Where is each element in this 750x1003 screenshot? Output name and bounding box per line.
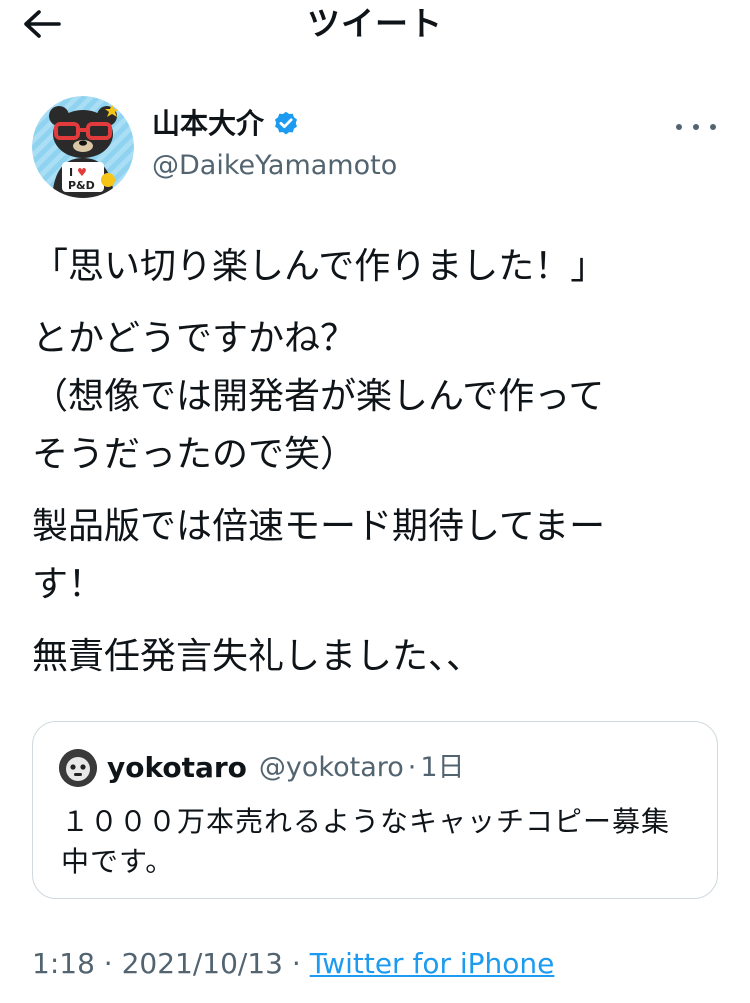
tweet-source-link[interactable]: Twitter for iPhone [310,947,555,980]
tweet-date: 2021/10/13 [121,947,283,980]
tweet-paragraph: 「思い切り楽しんで作りました！」 [32,246,607,287]
display-name[interactable]: 山本大介 [152,104,264,144]
quote-display-name: yokotaro [107,751,247,784]
svg-text:I: I [69,166,73,179]
header: ツイート [0,0,750,50]
quote-tweet-card[interactable]: yokotaro @yokotaro · 1日 １０００万本売れるようなキャッチ… [32,721,718,899]
avatar[interactable]: I ♥ P&D [32,96,134,198]
author-names: 山本大介 @DaikeYamamoto [152,104,397,186]
tweet-time: 1:18 [32,947,95,980]
tweet-text: 「思い切り楽しんで作りました！」 とかどうですかね？ （想像では開発者が楽しんで… [32,238,722,700]
svg-text:P&D: P&D [68,179,95,192]
page-title: ツイート [307,4,443,43]
author-handle[interactable]: @DaikeYamamoto [152,146,397,186]
bear-avatar-icon: I ♥ P&D [32,96,134,198]
more-options-button[interactable] [676,112,716,142]
tweet-paragraph: 製品版では倍速モード期待してまー す！ [32,506,606,605]
quote-header: yokotaro @yokotaro · 1日 [59,748,465,788]
more-dot-icon [710,124,716,130]
display-name-row: 山本大介 [152,104,397,144]
meta-separator: · [291,947,301,980]
tweet-paragraph: とかどうですかね？ （想像では開発者が楽しんで作って そうだったので笑） [32,318,605,475]
more-dot-icon [693,124,699,130]
tweet-paragraph: 無責任発言失礼しました、、 [32,636,483,677]
tweet-author: I ♥ P&D 山本大介 @DaikeYamamoto [30,94,720,198]
svg-text:♥: ♥ [77,166,87,179]
quote-separator: · [407,752,417,783]
tweet-detail-page: ツイート I ♥ P&D 山本大介 @DaikeYamamoto 「思い切り楽し… [0,0,750,1003]
mask-avatar-icon [59,749,97,787]
more-dot-icon [676,124,682,130]
quote-handle: @yokotaro [258,752,404,783]
verified-badge-icon [275,111,297,135]
quote-text: １０００万本売れるようなキャッチコピー募集中です。 [61,805,671,878]
meta-separator: · [103,947,113,980]
tweet-meta: 1:18 · 2021/10/13 · Twitter for iPhone [32,944,554,984]
quote-timestamp: 1日 [420,752,465,783]
quote-avatar [59,749,97,787]
